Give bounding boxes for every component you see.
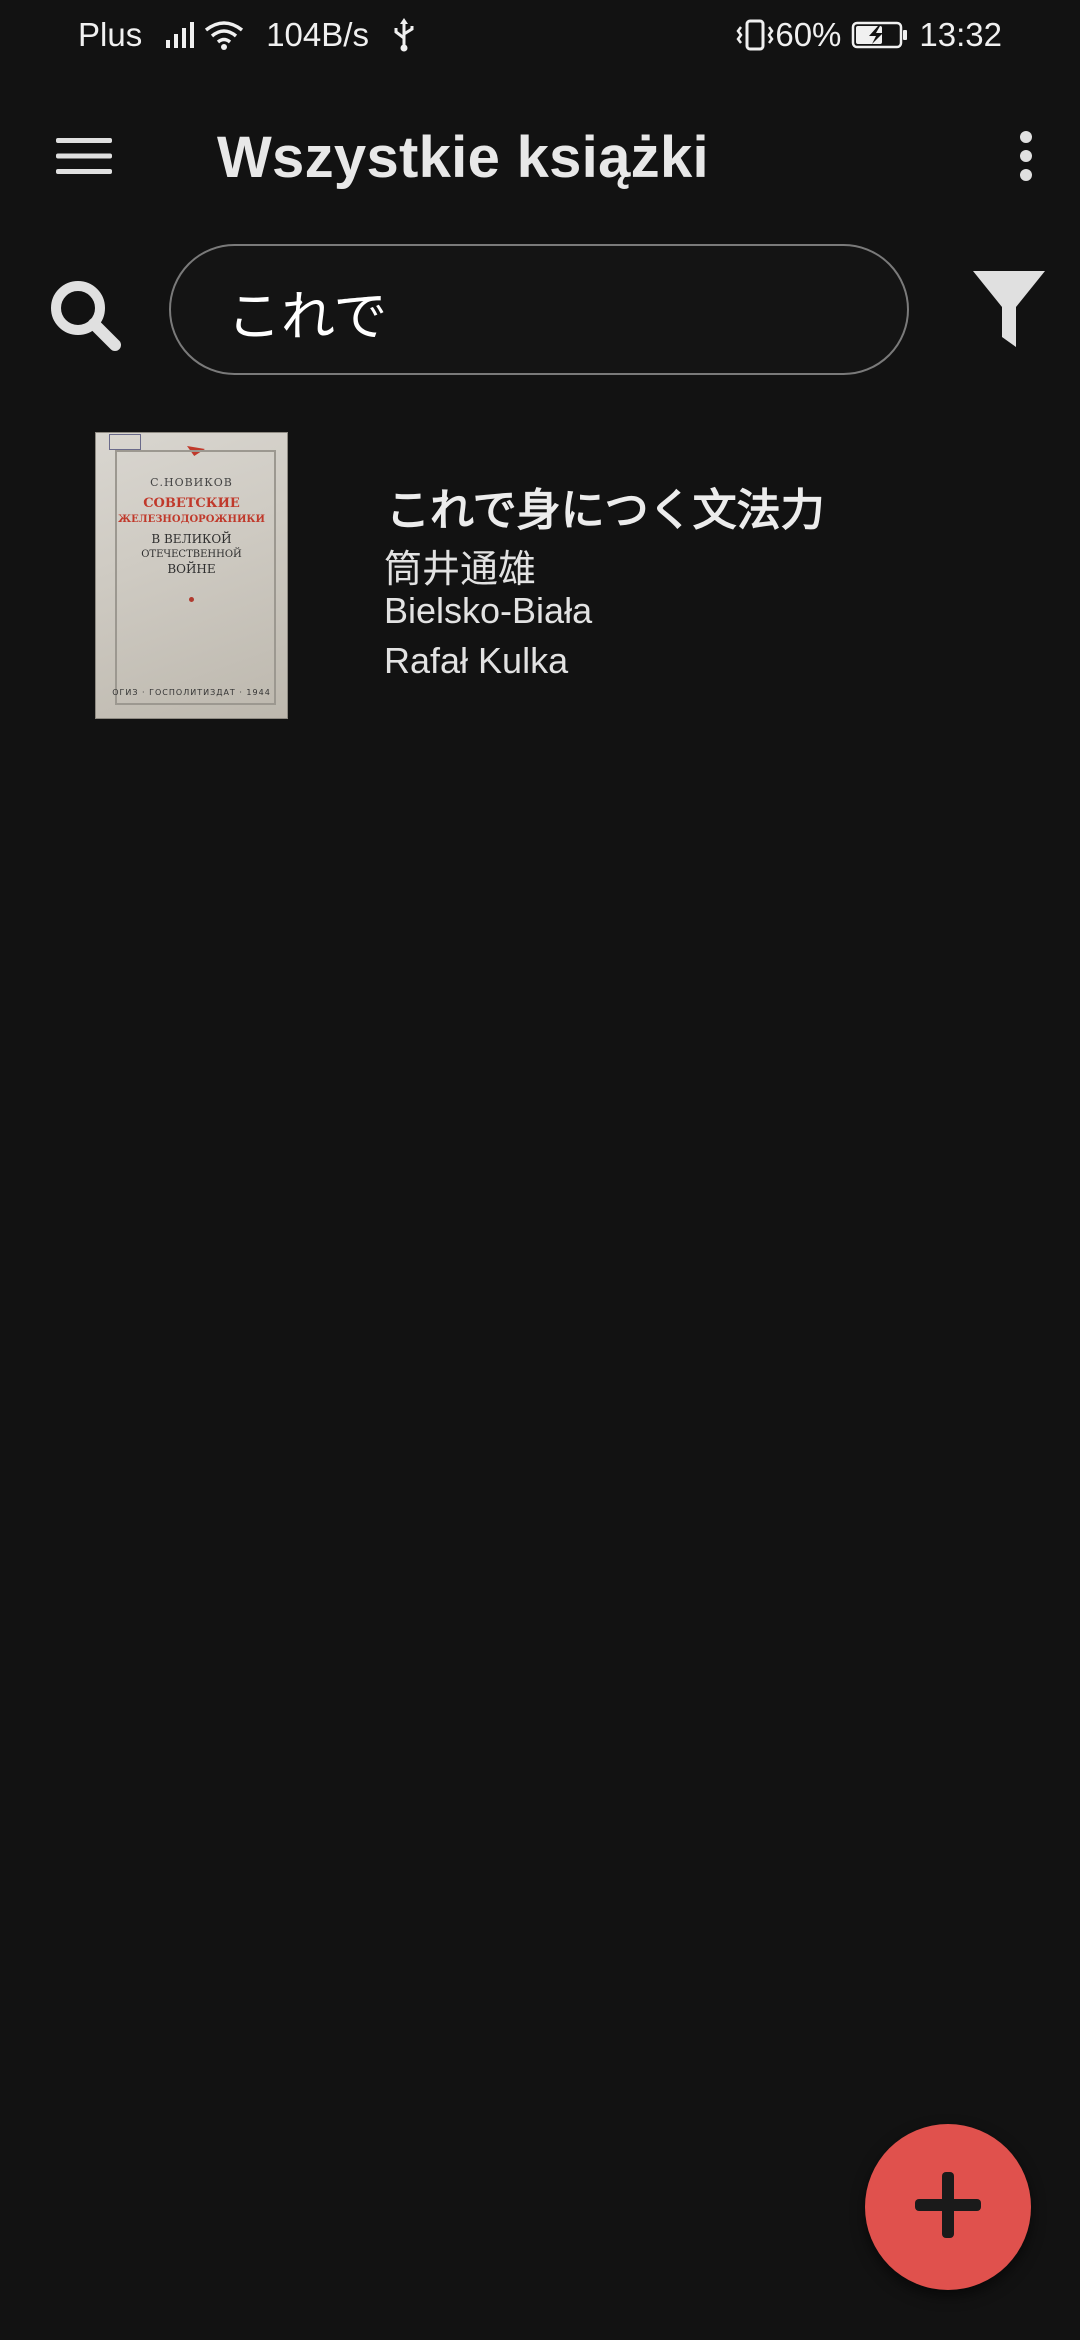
status-bar-left: Plus 104B/s [78, 16, 417, 54]
cover-title: СОВЕТСКИЕ ЖЕЛЕЗНОДОРОЖНИКИ [118, 496, 265, 525]
book-list-item[interactable]: С.НОВИКОВ СОВЕТСКИЕ ЖЕЛЕЗНОДОРОЖНИКИ В В… [0, 420, 1080, 730]
more-options-button[interactable] [998, 122, 1054, 194]
search-input[interactable] [227, 272, 847, 350]
book-location: Bielsko-Biała [384, 590, 593, 631]
network-speed-label: 104B/s [266, 16, 369, 53]
menu-button[interactable] [46, 126, 122, 190]
battery-percent-label: 60% [775, 16, 842, 53]
search-field[interactable] [169, 244, 909, 375]
more-vert-icon [1019, 130, 1033, 187]
book-title: これで身につく文法力 [386, 485, 825, 536]
cover-publisher: ОГИЗ · ГОСПОЛИТИЗДАТ · 1944 [112, 688, 271, 697]
book-author: 筒井通雄 [384, 547, 537, 591]
cover-subtitle: В ВЕЛИКОЙ ОТЕЧЕСТВЕННОЙ ВОЙНЕ [141, 532, 242, 576]
add-book-button[interactable] [865, 2124, 1031, 2290]
status-bar-right: 60% 13:32 [735, 16, 1002, 54]
book-owner: Rafał Kulka [384, 640, 569, 681]
page-title: Wszystkie książki [217, 125, 709, 190]
vibrate-icon [735, 18, 775, 52]
wifi-icon [204, 20, 244, 50]
filter-icon [973, 270, 1045, 352]
search-button[interactable] [40, 272, 130, 362]
book-cover-image: С.НОВИКОВ СОВЕТСКИЕ ЖЕЛЕЗНОДОРОЖНИКИ В В… [95, 432, 288, 719]
cover-author: С.НОВИКОВ [150, 476, 233, 489]
filter-button[interactable] [968, 270, 1050, 352]
app-bar: Wszystkie książki [0, 100, 1080, 216]
menu-icon [56, 136, 112, 181]
status-bar: Plus 104B/s 60% 13:32 [0, 0, 1080, 72]
signal-icon [164, 20, 198, 50]
battery-charging-icon [851, 20, 909, 50]
plus-icon [915, 2171, 981, 2243]
clock-label: 13:32 [919, 16, 1002, 53]
screen: Plus 104B/s 60% 13:32 Wszystkie książki … [0, 0, 1080, 2340]
search-icon [47, 277, 123, 358]
carrier-label: Plus [78, 16, 143, 53]
search-row [0, 244, 1080, 379]
usb-icon [391, 18, 417, 52]
